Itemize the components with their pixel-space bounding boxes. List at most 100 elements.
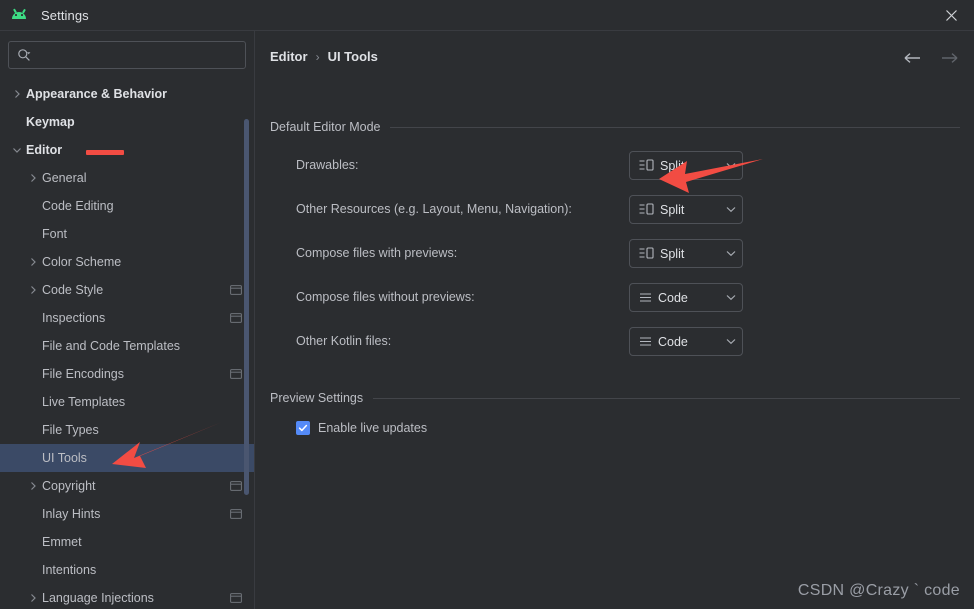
chevron-down-icon	[726, 295, 736, 301]
tree-chevron[interactable]	[26, 479, 40, 493]
editor-mode-label: Other Resources (e.g. Layout, Menu, Navi…	[296, 202, 572, 216]
tree-chevron[interactable]	[26, 255, 40, 269]
sidebar-item-editor[interactable]: Editor	[0, 136, 254, 164]
watermark-text: CSDN @Crazy ` code	[797, 582, 960, 599]
sidebar-item-label: Emmet	[42, 535, 82, 549]
search-container	[0, 31, 254, 69]
search-input[interactable]	[35, 48, 237, 62]
sidebar-item-label: Code Editing	[42, 199, 114, 213]
sidebar-item-label: Keymap	[26, 115, 75, 129]
tree-chevron	[26, 367, 40, 381]
project-scope-icon	[230, 369, 242, 379]
sidebar-item-label: Inlay Hints	[42, 507, 101, 521]
sidebar-scrollbar[interactable]	[244, 119, 249, 495]
tree-chevron[interactable]	[10, 143, 24, 157]
tree-chevron	[10, 115, 24, 129]
breadcrumb-separator-icon: ›	[315, 49, 320, 64]
sidebar-item-label: UI Tools	[42, 451, 87, 465]
chevron-right-icon	[31, 482, 36, 490]
dropdown-caret[interactable]	[726, 206, 736, 213]
sidebar-item-file-encodings[interactable]: File Encodings	[0, 360, 254, 388]
section-title: Default Editor Mode	[270, 120, 381, 134]
sidebar-item-inspections[interactable]: Inspections	[0, 304, 254, 332]
editor-mode-dropdown[interactable]: Split	[629, 151, 743, 180]
back-button[interactable]	[902, 47, 924, 69]
tree-chevron[interactable]	[10, 87, 24, 101]
tree-chevron[interactable]	[26, 591, 40, 605]
navigation-buttons	[902, 47, 960, 69]
enable-live-updates-checkbox[interactable]	[296, 421, 310, 435]
sidebar-item-code-style[interactable]: Code Style	[0, 276, 254, 304]
tree-chevron	[26, 423, 40, 437]
chevron-down-icon	[726, 207, 736, 213]
close-button[interactable]	[928, 0, 974, 31]
section-title: Preview Settings	[270, 391, 364, 405]
enable-live-updates-row[interactable]: Enable live updates	[296, 421, 427, 435]
sidebar-item-live-templates[interactable]: Live Templates	[0, 388, 254, 416]
chevron-right-icon	[15, 90, 20, 98]
dropdown-caret[interactable]	[726, 338, 736, 345]
tree-chevron	[26, 311, 40, 325]
editor-mode-label: Compose files without previews:	[296, 290, 475, 304]
sidebar-item-color-scheme[interactable]: Color Scheme	[0, 248, 254, 276]
editor-mode-dropdown[interactable]: Split	[629, 195, 743, 224]
enable-live-updates-label: Enable live updates	[318, 421, 428, 435]
chevron-right-icon	[31, 286, 36, 294]
settings-content: Editor › UI Tools Default Editor Mode Dr…	[256, 31, 974, 609]
chevron-down-icon	[13, 148, 21, 153]
sidebar-item-inlay-hints[interactable]: Inlay Hints	[0, 500, 254, 528]
dropdown-caret[interactable]	[726, 162, 736, 169]
project-scope-icon	[230, 593, 242, 603]
editor-mode-row: Drawables: Split	[296, 151, 743, 180]
editor-mode-dropdown[interactable]: Split	[629, 239, 743, 268]
split-view-icon	[639, 159, 654, 171]
sidebar-item-file-types[interactable]: File Types	[0, 416, 254, 444]
project-scope-icon	[230, 481, 242, 491]
android-icon	[11, 7, 27, 23]
code-view-icon	[640, 337, 651, 346]
editor-mode-label: Other Kotlin files:	[296, 334, 392, 348]
editor-mode-dropdown[interactable]: Code	[629, 283, 743, 312]
sidebar-item-label: Code Style	[42, 283, 104, 297]
sidebar-item-font[interactable]: Font	[0, 220, 254, 248]
sidebar-item-emmet[interactable]: Emmet	[0, 528, 254, 556]
editor-mode-dropdown[interactable]: Code	[629, 327, 743, 356]
tree-chevron	[26, 227, 40, 241]
forward-button[interactable]	[938, 47, 960, 69]
sidebar-item-copyright[interactable]: Copyright	[0, 472, 254, 500]
dropdown-value: Code	[658, 334, 688, 349]
dropdown-value: Code	[658, 290, 688, 305]
settings-sidebar: Appearance & Behavior Keymap Editor General…	[0, 31, 255, 609]
sidebar-item-label: File Encodings	[42, 367, 124, 381]
dropdown-caret[interactable]	[726, 294, 736, 301]
breadcrumb-root[interactable]: Editor	[270, 49, 308, 64]
arrow-right-icon	[942, 53, 958, 63]
search-box[interactable]	[8, 41, 246, 69]
project-scope-icon	[230, 285, 242, 295]
sidebar-item-appearance-behavior[interactable]: Appearance & Behavior	[0, 80, 254, 108]
close-icon	[945, 10, 957, 21]
editor-mode-row: Other Kotlin files: Code	[296, 327, 743, 356]
sidebar-item-intentions[interactable]: Intentions	[0, 556, 254, 584]
tree-chevron[interactable]	[26, 171, 40, 185]
sidebar-item-general[interactable]: General	[0, 164, 254, 192]
sidebar-item-file-and-code-templates[interactable]: File and Code Templates	[0, 332, 254, 360]
sidebar-item-keymap[interactable]: Keymap	[0, 108, 254, 136]
sidebar-item-code-editing[interactable]: Code Editing	[0, 192, 254, 220]
sidebar-item-label: Intentions	[42, 563, 97, 577]
sidebar-item-label: Appearance & Behavior	[26, 87, 168, 101]
sidebar-item-label: General	[42, 171, 87, 185]
sidebar-item-ui-tools[interactable]: UI Tools	[0, 444, 254, 472]
dropdown-caret[interactable]	[726, 250, 736, 257]
tree-chevron[interactable]	[26, 283, 40, 297]
sidebar-item-language-injections[interactable]: Language Injections	[0, 584, 254, 609]
breadcrumb: Editor › UI Tools	[270, 49, 378, 64]
sidebar-item-label: Color Scheme	[42, 255, 122, 269]
tree-chevron	[26, 199, 40, 213]
sidebar-item-label: Editor	[26, 143, 63, 157]
section-divider	[373, 397, 960, 399]
tree-chevron	[26, 451, 40, 465]
window-title: Settings	[41, 7, 89, 23]
chevron-down-icon	[726, 163, 736, 169]
editor-mode-row: Compose files with previews: Split	[296, 239, 743, 268]
